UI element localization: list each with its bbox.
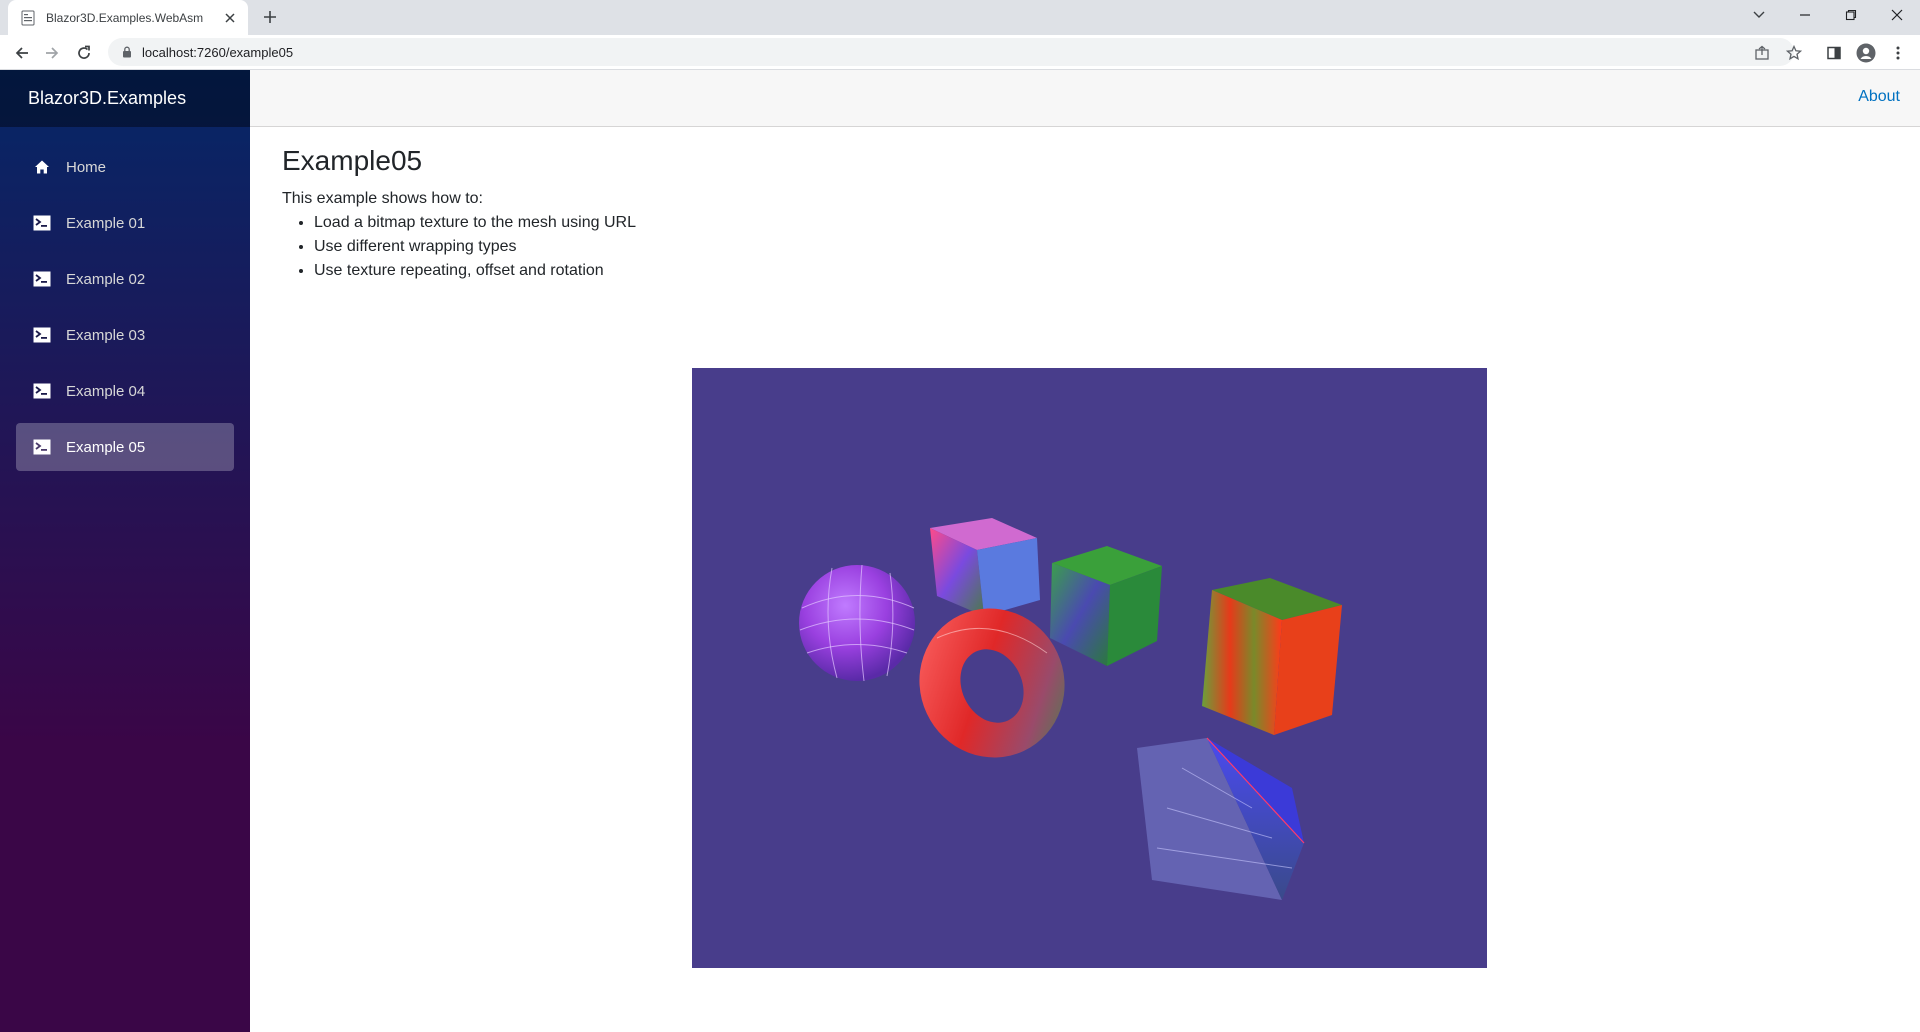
terminal-icon — [32, 437, 52, 457]
address-bar[interactable]: localhost:7260/example05 — [108, 38, 1794, 66]
new-tab-icon[interactable] — [258, 5, 282, 29]
textured-sphere — [799, 564, 915, 682]
restore-icon[interactable] — [1828, 0, 1874, 30]
main-content: Example05 This example shows how to: Loa… — [282, 145, 1882, 283]
browser-tabstrip: Blazor3D.Examples.WebAsm — [0, 0, 1920, 35]
nav-item-example-01[interactable]: Example 01 — [16, 199, 234, 247]
url-text: localhost:7260/example05 — [142, 44, 294, 60]
nav-menu: Home Example 01 Example 02 Example 03 Ex… — [0, 127, 250, 471]
close-tab-icon[interactable] — [218, 6, 242, 30]
share-icon[interactable] — [1748, 39, 1776, 67]
minimize-icon[interactable] — [1782, 0, 1828, 30]
home-icon — [32, 157, 52, 177]
browser-tab[interactable]: Blazor3D.Examples.WebAsm — [8, 0, 248, 35]
textured-cube-1 — [930, 518, 1040, 616]
sidebar: Blazor3D.Examples Home Example 01 Exampl… — [0, 70, 250, 1032]
side-panel-icon[interactable] — [1820, 39, 1848, 67]
list-item: Load a bitmap texture to the mesh using … — [314, 211, 1882, 235]
terminal-icon — [32, 213, 52, 233]
about-link[interactable]: About — [1858, 88, 1900, 106]
nav-item-label: Home — [66, 158, 107, 176]
nav-item-example-03[interactable]: Example 03 — [16, 311, 234, 359]
top-row: About — [250, 70, 1920, 127]
nav-item-label: Example 05 — [66, 438, 146, 456]
browser-toolbar: localhost:7260/example05 — [0, 35, 1920, 70]
tab-search-icon[interactable] — [1736, 0, 1782, 30]
close-window-icon[interactable] — [1874, 0, 1920, 30]
nav-item-example-02[interactable]: Example 02 — [16, 255, 234, 303]
nav-item-label: Example 04 — [66, 382, 146, 400]
app-root: Blazor3D.Examples Home Example 01 Exampl… — [0, 70, 1920, 1032]
list-item: Use different wrapping types — [314, 235, 1882, 259]
list-item: Use texture repeating, offset and rotati… — [314, 259, 1882, 283]
terminal-icon — [32, 381, 52, 401]
nav-item-home[interactable]: Home — [16, 143, 234, 191]
nav-item-example-04[interactable]: Example 04 — [16, 367, 234, 415]
terminal-icon — [32, 325, 52, 345]
bookmark-star-icon[interactable] — [1780, 39, 1808, 67]
tab-title: Blazor3D.Examples.WebAsm — [46, 10, 204, 25]
profile-icon[interactable] — [1852, 39, 1880, 67]
brand-bar: Blazor3D.Examples — [0, 70, 250, 127]
page-icon — [21, 10, 35, 25]
menu-icon[interactable] — [1884, 39, 1912, 67]
textured-pyramid — [1137, 737, 1305, 900]
nav-item-label: Example 01 — [66, 214, 146, 232]
3d-scene — [799, 518, 1342, 900]
intro-text: This example shows how to: — [282, 190, 483, 208]
3d-viewer-canvas[interactable] — [692, 368, 1487, 968]
brand-link[interactable]: Blazor3D.Examples — [28, 88, 186, 109]
nav-item-example-05[interactable]: Example 05 — [16, 423, 234, 471]
nav-item-label: Example 02 — [66, 270, 146, 288]
back-icon[interactable] — [8, 39, 36, 67]
lock-icon — [123, 46, 131, 58]
textured-cube-3 — [1202, 578, 1342, 735]
feature-list: Load a bitmap texture to the mesh using … — [314, 211, 1882, 283]
reload-icon[interactable] — [70, 39, 98, 67]
textured-cube-2 — [1050, 546, 1162, 666]
page-title: Example05 — [282, 145, 423, 176]
forward-icon[interactable] — [38, 39, 66, 67]
nav-item-label: Example 03 — [66, 326, 146, 344]
terminal-icon — [32, 269, 52, 289]
